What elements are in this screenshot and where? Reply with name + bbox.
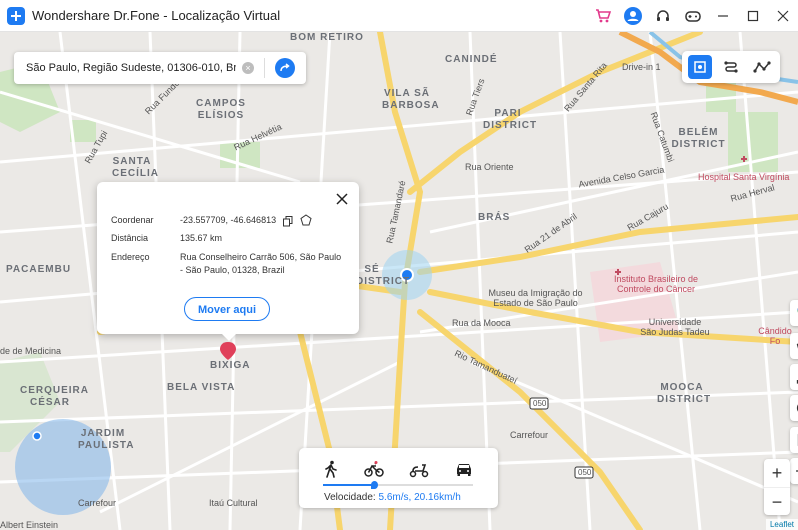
gamepad-icon[interactable] <box>678 0 708 32</box>
address-value: Rua Conselheiro Carrão 506, São Paulo - … <box>180 252 342 275</box>
speed-slider-handle[interactable] <box>371 481 378 489</box>
popup-tail <box>221 333 237 341</box>
speed-slider-fill <box>323 484 374 486</box>
map-label-carrefour-1: Carrefour <box>510 430 549 440</box>
map-label-campos-elisios: CAMPOS ELÍSIOS <box>196 98 246 121</box>
map-label-santa-cecilia: SANTA CECÍLIA <box>112 156 159 179</box>
speed-readout: Velocidade: 5.6m/s, 20.16km/h <box>324 492 461 503</box>
zoom-control: + − <box>764 459 790 515</box>
map-label-rua-oriente: Rua Oriente <box>465 162 514 172</box>
map-label-carrefour-2: Carrefour <box>78 498 117 508</box>
location-search-input[interactable] <box>24 61 238 75</box>
map-label-caninde: CANINDÉ <box>445 54 498 65</box>
cart-icon[interactable] <box>588 0 618 32</box>
map-label-rua-da-mooca: Rua da Mooca <box>452 318 511 328</box>
map-label-pari-district: PARI DISTRICT <box>483 108 538 131</box>
two-spot-mode-button[interactable] <box>719 55 743 79</box>
map-label-albert-einstein: Albert Einstein <box>0 520 59 530</box>
map-label-bras: BRÁS <box>478 212 511 223</box>
two-spot-mode-icon <box>724 61 738 73</box>
speed-panel: Velocidade: 5.6m/s, 20.16km/h <box>299 448 498 508</box>
history-button[interactable] <box>790 395 798 421</box>
headset-icon[interactable] <box>648 0 678 32</box>
car-mode-button[interactable] <box>454 460 474 483</box>
car-icon <box>456 464 471 476</box>
scooter-mode-button[interactable] <box>409 460 429 483</box>
address-label: Endereço <box>111 252 150 262</box>
move-here-button[interactable]: Mover aqui <box>184 297 270 321</box>
road-shield-050-b: 050 <box>578 468 592 477</box>
map-canvas[interactable]: BOM RETIRO CANINDÉ CAMPOS ELÍSIOS VILA S… <box>0 32 798 530</box>
device-button[interactable] <box>790 427 798 453</box>
clear-search-button[interactable]: × <box>242 62 254 74</box>
map-label-pacaembu: PACAEMBU <box>6 264 72 275</box>
window-title: Wondershare Dr.Fone - Localização Virtua… <box>32 8 281 23</box>
bike-icon <box>364 461 384 477</box>
map-label-cerqueira-cesar: CERQUEIRA CÉSAR <box>20 385 90 408</box>
teleport-mode-button[interactable] <box>687 55 712 79</box>
popup-close-button[interactable] <box>335 192 349 206</box>
import-gpx-button[interactable] <box>790 364 798 390</box>
map-label-mooca-district: MOOCA DISTRICT <box>657 382 712 405</box>
walk-icon <box>325 460 338 478</box>
user-icon[interactable] <box>618 0 648 32</box>
speed-label: Velocidade: <box>324 492 376 503</box>
google-maps-button[interactable] <box>790 300 798 326</box>
arrow-right-icon <box>280 63 290 72</box>
multi-spot-mode-button[interactable] <box>750 55 774 79</box>
location-info-popup: Coordenar -23.557709, -46.646813 Distânc… <box>97 182 359 341</box>
close-icon <box>336 193 348 205</box>
map-label-universidade: Universidade São Judas Tadeu <box>640 317 710 337</box>
walk-mode-button[interactable] <box>323 460 339 483</box>
map-label-se-district: SÉ DISTRICT <box>356 264 411 287</box>
zoom-in-button[interactable]: + <box>764 459 790 488</box>
map-label-bom-retiro: BOM RETIRO <box>290 32 364 43</box>
map-label-belem-district: BELÉM DISTRICT <box>671 127 726 150</box>
zoom-out-button[interactable]: − <box>764 488 790 516</box>
copy-coordinate-icon[interactable] <box>283 214 293 232</box>
favorite-location-icon[interactable] <box>300 213 312 231</box>
coordinate-value: -23.557709, -46.646813 <box>180 215 277 225</box>
bike-mode-button[interactable] <box>364 460 384 483</box>
mode-toolbar <box>682 51 780 83</box>
map-label-bixiga: BIXIGA <box>210 360 251 371</box>
distance-value: 135.67 km <box>180 233 223 243</box>
minimize-icon[interactable] <box>708 0 738 32</box>
speed-slider[interactable] <box>323 481 473 489</box>
road-shield-050-a: 050 <box>533 399 547 408</box>
close-icon[interactable] <box>768 0 798 32</box>
favorites-button[interactable] <box>790 333 798 359</box>
locate-me-button[interactable] <box>790 458 798 484</box>
map-label-instituto: Instituto Brasileiro de Controle do Cânc… <box>613 274 699 294</box>
map-label-museu: Museu da Imigração do Estado de São Paul… <box>488 288 583 308</box>
map-label-itau-cultural: Itaú Cultural <box>209 498 258 508</box>
maximize-icon[interactable] <box>738 0 768 32</box>
title-bar: Wondershare Dr.Fone - Localização Virtua… <box>0 0 798 32</box>
app-logo-icon <box>7 6 25 25</box>
map-label-jardim-paulista: JARDIM PAULISTA <box>78 428 135 451</box>
scooter-icon <box>409 464 429 478</box>
map-label-hospital: Hospital Santa Virgínia <box>698 172 790 182</box>
teleport-mode-icon <box>693 61 706 73</box>
distance-label: Distância <box>111 233 149 243</box>
speed-value: 5.6m/s, 20.16km/h <box>378 492 461 503</box>
map-label-bela-vista: BELA VISTA <box>167 382 236 393</box>
leaflet-attribution-link[interactable]: Leaflet <box>765 519 798 530</box>
go-search-button[interactable] <box>275 58 295 78</box>
map-label-vila-sa-barbosa: VILA SÃ BARBOSA <box>382 88 440 111</box>
map-label-drive-in: Drive-in 1 <box>622 62 661 72</box>
coordinate-label: Coordenar <box>111 215 154 225</box>
map-label-medicina: de de Medicina <box>0 346 62 356</box>
multi-spot-mode-icon <box>753 61 771 73</box>
location-search-bar: × <box>14 52 306 84</box>
search-divider <box>264 58 265 78</box>
